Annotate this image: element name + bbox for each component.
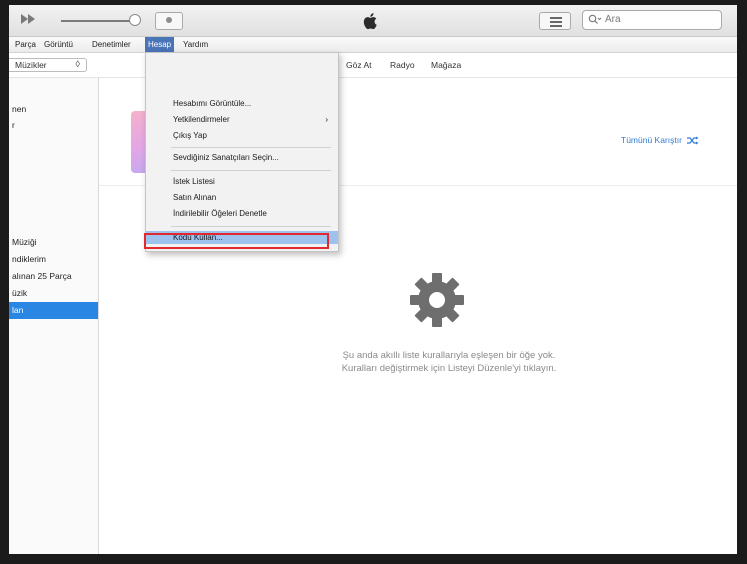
fast-forward-icon-2 xyxy=(28,14,35,24)
airplay-button[interactable] xyxy=(155,12,183,30)
shuffle-all-label: Tümünü Karıştır xyxy=(621,135,682,145)
sidebar: nen r Müziği ndiklerim alınan 25 Parça ü… xyxy=(9,78,99,554)
sidebar-item[interactable]: üzik xyxy=(9,285,98,302)
menu-bar: Parça Görüntü Denetimler Hesap Yardım xyxy=(9,37,737,53)
library-select[interactable]: Müzikler ◊ xyxy=(9,58,87,72)
sidebar-item[interactable]: alınan 25 Parça xyxy=(9,268,98,285)
apple-logo-icon xyxy=(363,13,377,30)
menu-item-purchased[interactable]: Satın Alınan xyxy=(146,191,338,205)
volume-slider-knob[interactable] xyxy=(129,14,141,26)
highlight-annotation-box xyxy=(144,233,329,249)
menu-separator xyxy=(171,147,331,148)
menu-item-choose-artists[interactable]: Sevdiğiniz Sanatçıları Seçin... xyxy=(146,151,338,165)
empty-message-line-1: Şu anda akıllı liste kurallarıyla eşleşe… xyxy=(342,350,556,361)
menu-denetimler[interactable]: Denetimler xyxy=(92,37,131,52)
menu-item-label: Satın Alınan xyxy=(173,193,217,202)
chevron-right-icon: › xyxy=(325,115,328,124)
volume-slider[interactable] xyxy=(61,20,136,22)
library-navigation-bar: Müzikler ◊ Göz At Radyo Mağaza xyxy=(9,53,737,78)
gear-icon xyxy=(410,273,464,327)
library-select-value: Müzikler xyxy=(15,60,47,70)
list-icon-line xyxy=(550,21,562,23)
sidebar-item[interactable]: ndiklerim xyxy=(9,251,98,268)
search-placeholder: Ara xyxy=(605,14,621,25)
fast-forward-button[interactable] xyxy=(21,14,41,26)
menu-yardim[interactable]: Yardım xyxy=(183,37,208,52)
empty-smart-playlist-message: Şu anda akıllı liste kurallarıyla eşleşe… xyxy=(289,349,609,375)
menu-item-wish-list[interactable]: İstek Listesi xyxy=(146,175,338,189)
toolbar: Ara xyxy=(9,5,737,37)
search-field[interactable]: Ara xyxy=(582,10,722,30)
sidebar-item[interactable]: nen xyxy=(9,101,98,118)
tab-magaza[interactable]: Mağaza xyxy=(431,60,461,70)
sidebar-item-selected[interactable]: lan xyxy=(9,302,98,319)
list-icon xyxy=(550,17,562,19)
menu-item-authorizations[interactable]: Yetkilendirmeler › xyxy=(146,113,338,127)
menu-goruntu[interactable]: Görüntü xyxy=(44,37,73,52)
menu-item-label: Sevdiğiniz Sanatçıları Seçin... xyxy=(173,153,279,162)
tab-goz-at[interactable]: Göz At xyxy=(346,60,372,70)
fast-forward-icon xyxy=(21,14,28,24)
menu-parca[interactable]: Parça xyxy=(15,37,36,52)
menu-item-label: Çıkış Yap xyxy=(173,131,207,140)
menu-item-label: İndirilebilir Öğeleri Denetle xyxy=(173,209,267,218)
empty-message-line-2: Kuralları değiştirmek için Listeyi Düzen… xyxy=(341,363,557,374)
search-icon xyxy=(588,14,602,24)
menu-item-label: İstek Listesi xyxy=(173,177,215,186)
menu-item-label: Yetkilendirmeler xyxy=(173,115,230,124)
menu-item-sign-out[interactable]: Çıkış Yap xyxy=(146,129,338,143)
menu-separator xyxy=(171,170,331,171)
airplay-icon xyxy=(166,17,172,23)
list-view-button[interactable] xyxy=(539,12,571,30)
list-icon-line xyxy=(550,25,562,27)
menu-separator xyxy=(171,226,331,227)
menu-hesap[interactable]: Hesap xyxy=(145,37,175,52)
menu-item-label: Hesabımı Görüntüle... xyxy=(173,99,252,108)
account-menu-dropdown: Hesabımı Görüntüle... Yetkilendirmeler ›… xyxy=(145,52,339,252)
sidebar-item[interactable]: r xyxy=(9,117,98,134)
tab-radyo[interactable]: Radyo xyxy=(390,60,415,70)
shuffle-icon xyxy=(687,136,699,145)
sidebar-item[interactable]: Müziği xyxy=(9,234,98,251)
menu-item-check-downloads[interactable]: İndirilebilir Öğeleri Denetle xyxy=(146,207,338,221)
itunes-window: Ara Parça Görüntü Denetimler Hesap Yardı… xyxy=(9,5,737,554)
menu-item-view-account[interactable]: Hesabımı Görüntüle... xyxy=(146,97,338,111)
chevron-updown-icon: ◊ xyxy=(75,59,80,69)
shuffle-all-button[interactable]: Tümünü Karıştır xyxy=(621,135,699,145)
